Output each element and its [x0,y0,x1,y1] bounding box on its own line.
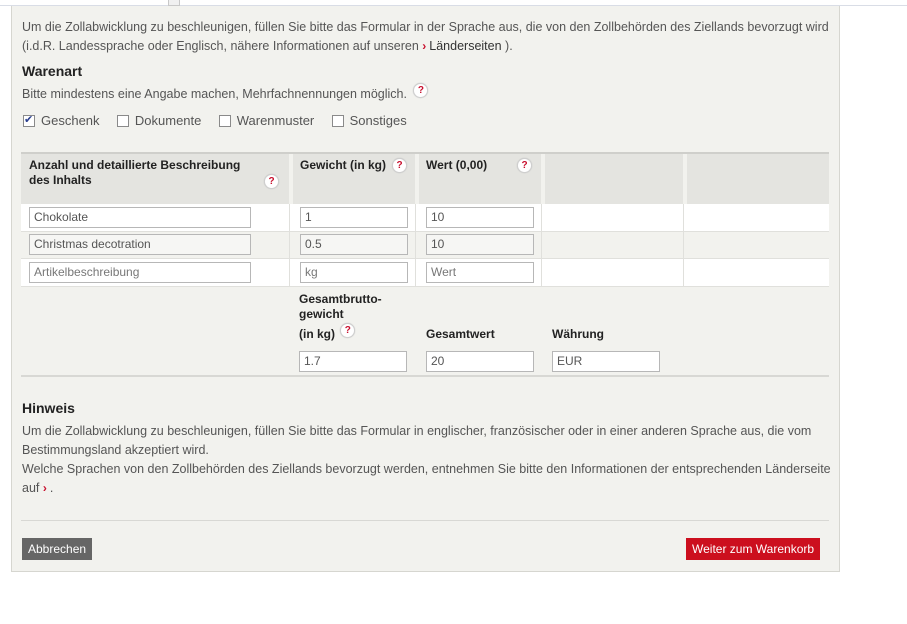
value-input[interactable]: 10 [426,207,534,228]
column-divider [415,154,419,206]
header-value: Wert (0,00) [426,158,488,172]
table-row: Artikelbeschreibung kg Wert [21,259,829,286]
cell-divider [541,232,542,259]
items-table-header: Anzahl und detaillierte Beschreibung des… [21,152,829,206]
intro-text: Um die Zollabwicklung zu beschleunigen, … [22,20,829,53]
checkbox-dokumente[interactable] [116,114,129,127]
table-row: Chokolate 1 10 [21,204,829,231]
label-dokumente: Dokumente [134,113,202,129]
help-icon[interactable]: ? [264,174,279,189]
cell-divider [289,232,290,259]
total-weight-input[interactable]: 1.7 [299,351,407,372]
hinweis-text: Um die Zollabwicklung zu beschleunigen, … [22,422,832,498]
checkbox-geschenk[interactable] [23,113,35,127]
total-value-input[interactable]: 20 [426,351,534,372]
row-divider [21,286,829,287]
footer-divider [21,520,829,521]
table-row: Christmas decotration 0.5 10 [21,232,829,259]
hinweis-title: Hinweis [22,400,75,416]
warenart-title: Warenart [22,63,83,79]
chevron-right-icon: › [422,39,427,53]
cell-divider [289,204,290,231]
label-geschenk: Geschenk [41,113,100,129]
cell-divider [415,259,416,286]
cell-divider [683,259,684,286]
cell-divider [683,204,684,231]
cell-divider [541,204,542,231]
currency-input[interactable]: EUR [552,351,660,372]
cell-divider [415,204,416,231]
cell-divider [289,259,290,286]
value-input[interactable]: 10 [426,234,534,255]
column-divider [541,154,545,206]
warenart-options: Geschenk Dokumente Warenmuster Sonstiges [23,113,421,128]
header-weight: Gewicht (in kg) [300,158,387,172]
weight-input[interactable]: kg [300,262,408,283]
section-divider [21,375,829,377]
customs-form-panel: Um die Zollabwicklung zu beschleunigen, … [11,6,840,572]
weight-input[interactable]: 1 [300,207,408,228]
warenart-subtitle: Bitte mindestens eine Angabe machen, Meh… [22,83,429,103]
total-weight-unit-label: (in kg) ? [299,323,356,342]
help-icon[interactable]: ? [413,83,429,99]
label-sonstiges: Sonstiges [349,113,407,129]
total-value-label: Gesamtwert [426,327,495,341]
column-divider [683,154,687,206]
description-input[interactable]: Chokolate [29,207,251,228]
description-input[interactable]: Artikelbeschreibung [29,262,251,283]
currency-label: Währung [552,327,604,341]
value-input[interactable]: Wert [426,262,534,283]
cell-divider [541,259,542,286]
cell-divider [683,232,684,259]
description-input[interactable]: Christmas decotration [29,234,251,255]
cancel-button[interactable]: Abbrechen [22,538,93,560]
laenderseiten-link[interactable]: Länderseiten [429,39,501,53]
help-icon[interactable]: ? [517,158,532,173]
help-icon[interactable]: ? [340,323,356,339]
header-description: Anzahl und detaillierte Beschreibung des… [29,158,241,187]
checkbox-sonstiges[interactable] [331,114,344,127]
total-weight-label: Gesamtbrutto- gewicht [299,292,382,321]
column-divider [289,154,293,206]
help-icon[interactable]: ? [392,158,407,173]
continue-to-cart-button[interactable]: Weiter zum Warenkorb [686,538,821,560]
hinweis-line2: Welche Sprachen von den Zollbehörden des… [22,462,831,495]
chevron-right-icon[interactable]: › [43,481,47,495]
cell-divider [415,232,416,259]
checkbox-warenmuster[interactable] [218,114,231,127]
label-warenmuster: Warenmuster [236,113,315,129]
weight-input[interactable]: 0.5 [300,234,408,255]
